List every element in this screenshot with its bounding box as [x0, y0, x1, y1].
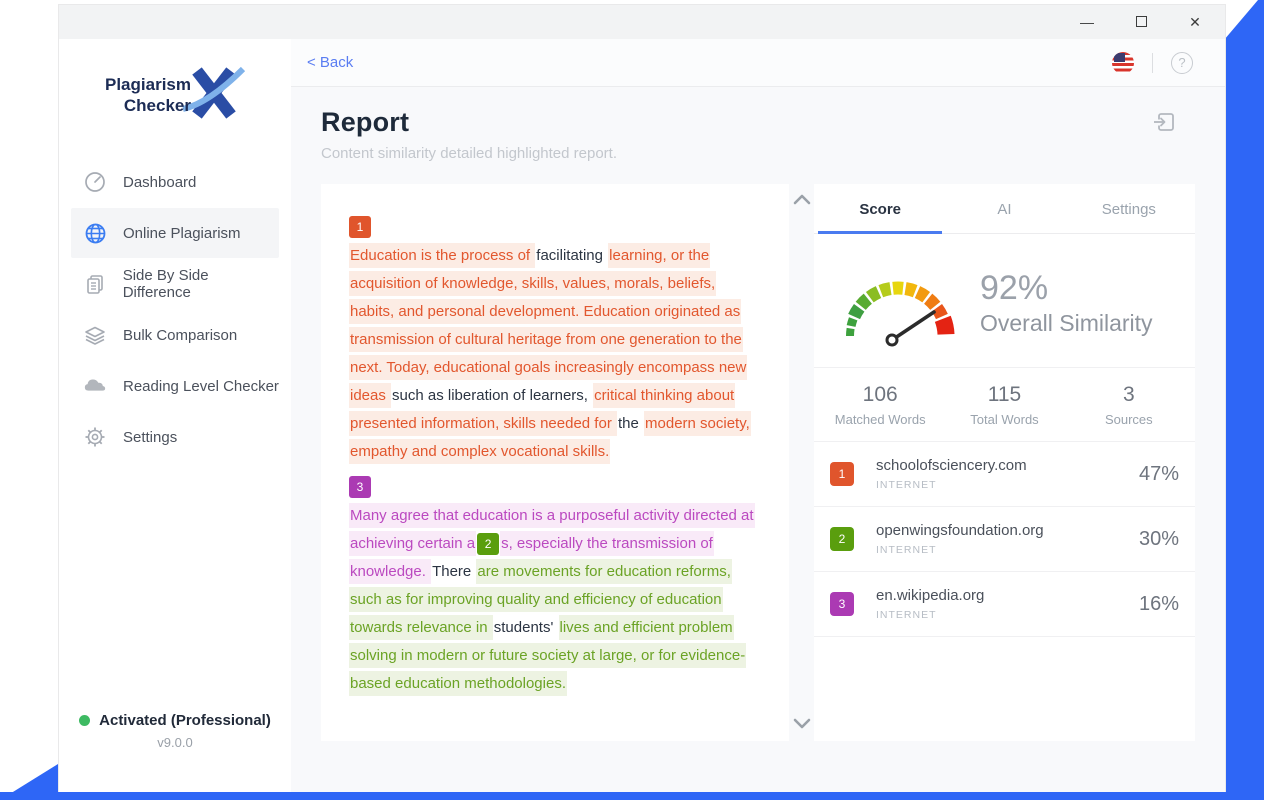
- titlebar: — ✕: [59, 5, 1225, 39]
- maximize-button[interactable]: [1133, 15, 1149, 29]
- source-row-2[interactable]: 2 openwingsfoundation.org INTERNET 30%: [814, 507, 1195, 572]
- source-percent: 47%: [1139, 463, 1179, 486]
- gear-icon: [83, 425, 107, 449]
- sidebar-item-settings[interactable]: Settings: [71, 412, 279, 462]
- highlighted-text-segment[interactable]: Education is the process of: [349, 243, 535, 268]
- layers-icon: [83, 323, 107, 347]
- minimize-button[interactable]: —: [1079, 15, 1095, 29]
- sidebar-item-label: Bulk Comparison: [123, 327, 237, 344]
- sidebar-item-online-plagiarism[interactable]: Online Plagiarism: [71, 208, 279, 258]
- source-domain: openwingsfoundation.org: [876, 522, 1139, 539]
- app-window: — ✕ Plagiarism Checker: [58, 4, 1226, 792]
- close-button[interactable]: ✕: [1187, 15, 1203, 29]
- text-segment: the: [617, 411, 644, 436]
- tab-ai[interactable]: AI: [942, 184, 1066, 233]
- text-segment: There: [431, 559, 476, 584]
- text-segment: facilitating: [535, 243, 608, 268]
- page-title: Report: [321, 107, 1185, 138]
- source-badge: 3: [830, 592, 854, 616]
- panel-tabs: Score AI Settings: [814, 184, 1195, 234]
- sidebar-item-label: Reading Level Checker: [123, 378, 279, 395]
- sidebar-item-reading-level[interactable]: Reading Level Checker: [71, 361, 279, 411]
- page-subtitle: Content similarity detailed highlighted …: [321, 145, 1185, 162]
- source-percent: 16%: [1139, 593, 1179, 616]
- maximize-icon: [1136, 16, 1147, 27]
- source-type: INTERNET: [876, 609, 1139, 621]
- text-segment: such as liberation of learners,: [391, 383, 593, 408]
- activation-dot-icon: [79, 715, 90, 726]
- tab-score[interactable]: Score: [818, 184, 942, 234]
- sidebar-item-label: Online Plagiarism: [123, 225, 241, 242]
- sidebar-nav: Dashboard Online Plagiarism Side By Side…: [59, 156, 291, 463]
- sidebar-item-label: Side By Side Difference: [123, 267, 279, 301]
- similarity-gauge-icon: [836, 254, 964, 353]
- globe-icon: [83, 221, 107, 245]
- source-domain: en.wikipedia.org: [876, 587, 1139, 604]
- scroll-up-icon[interactable]: [793, 192, 811, 210]
- document-scrollbar: [789, 184, 814, 741]
- similarity-percent: 92%: [980, 270, 1153, 307]
- page-header: Report Content similarity detailed highl…: [291, 87, 1225, 162]
- source-badge: 1: [830, 462, 854, 486]
- source-type: INTERNET: [876, 544, 1139, 556]
- tab-settings[interactable]: Settings: [1067, 184, 1191, 233]
- similarity-label: Overall Similarity: [980, 310, 1153, 337]
- overall-similarity: 92% Overall Similarity: [980, 270, 1153, 336]
- source-type: INTERNET: [876, 479, 1139, 491]
- cloud-icon: [83, 374, 107, 398]
- match-badge[interactable]: 3: [349, 476, 371, 498]
- stat-matched-words: 106 Matched Words: [818, 383, 942, 427]
- stat-total-words: 115 Total Words: [942, 383, 1066, 427]
- main-topbar: < Back ?: [291, 39, 1225, 87]
- help-icon[interactable]: ?: [1171, 52, 1193, 74]
- source-row-3[interactable]: 3 en.wikipedia.org INTERNET 16%: [814, 572, 1195, 637]
- stats-row: 106 Matched Words 115 Total Words 3 Sour…: [814, 368, 1195, 442]
- match-badge[interactable]: 1: [349, 216, 371, 238]
- source-badge: 2: [830, 527, 854, 551]
- scroll-down-icon[interactable]: [793, 717, 811, 735]
- sidebar-item-label: Dashboard: [123, 174, 196, 191]
- export-report-button[interactable]: [1151, 109, 1177, 140]
- sidebar-item-dashboard[interactable]: Dashboard: [71, 157, 279, 207]
- score-panel: Score AI Settings: [814, 184, 1195, 741]
- source-percent: 30%: [1139, 528, 1179, 551]
- dashboard-gauge-icon: [83, 170, 107, 194]
- back-link[interactable]: < Back: [307, 54, 353, 71]
- activation-status: Activated (Professional) v9.0.0: [59, 712, 291, 792]
- document-panel: 1 Education is the process of facilitatin…: [321, 184, 789, 741]
- app-logo: Plagiarism Checker: [59, 39, 291, 156]
- decor-bottom-strip: [0, 792, 1264, 800]
- app-body: Plagiarism Checker: [59, 39, 1225, 792]
- sidebar-item-side-by-side[interactable]: Side By Side Difference: [71, 259, 279, 309]
- documents-icon: [83, 272, 107, 296]
- stat-sources: 3 Sources: [1067, 383, 1191, 427]
- topbar-divider: [1152, 53, 1153, 73]
- sidebar-item-bulk-comparison[interactable]: Bulk Comparison: [71, 310, 279, 360]
- source-domain: schoolofsciencery.com: [876, 457, 1139, 474]
- sidebar-item-label: Settings: [123, 429, 177, 446]
- text-segment: students': [493, 615, 559, 640]
- language-flag-icon[interactable]: [1112, 52, 1134, 74]
- match-badge[interactable]: 2: [477, 533, 499, 555]
- app-version: v9.0.0: [59, 735, 291, 750]
- content-row: 1 Education is the process of facilitatin…: [291, 162, 1225, 741]
- activation-label: Activated (Professional): [99, 712, 271, 729]
- sidebar: Plagiarism Checker: [59, 39, 291, 792]
- logo-text: Plagiarism Checker: [105, 75, 191, 116]
- source-row-1[interactable]: 1 schoolofsciencery.com INTERNET 47%: [814, 442, 1195, 507]
- document-text: 1 Education is the process of facilitatin…: [349, 216, 761, 698]
- screen: — ✕ Plagiarism Checker: [0, 0, 1264, 800]
- decor-right-band: [1224, 0, 1264, 800]
- similarity-gauge-row: 92% Overall Similarity: [814, 234, 1195, 368]
- main-area: < Back ? Report Content similarity detai…: [291, 39, 1225, 792]
